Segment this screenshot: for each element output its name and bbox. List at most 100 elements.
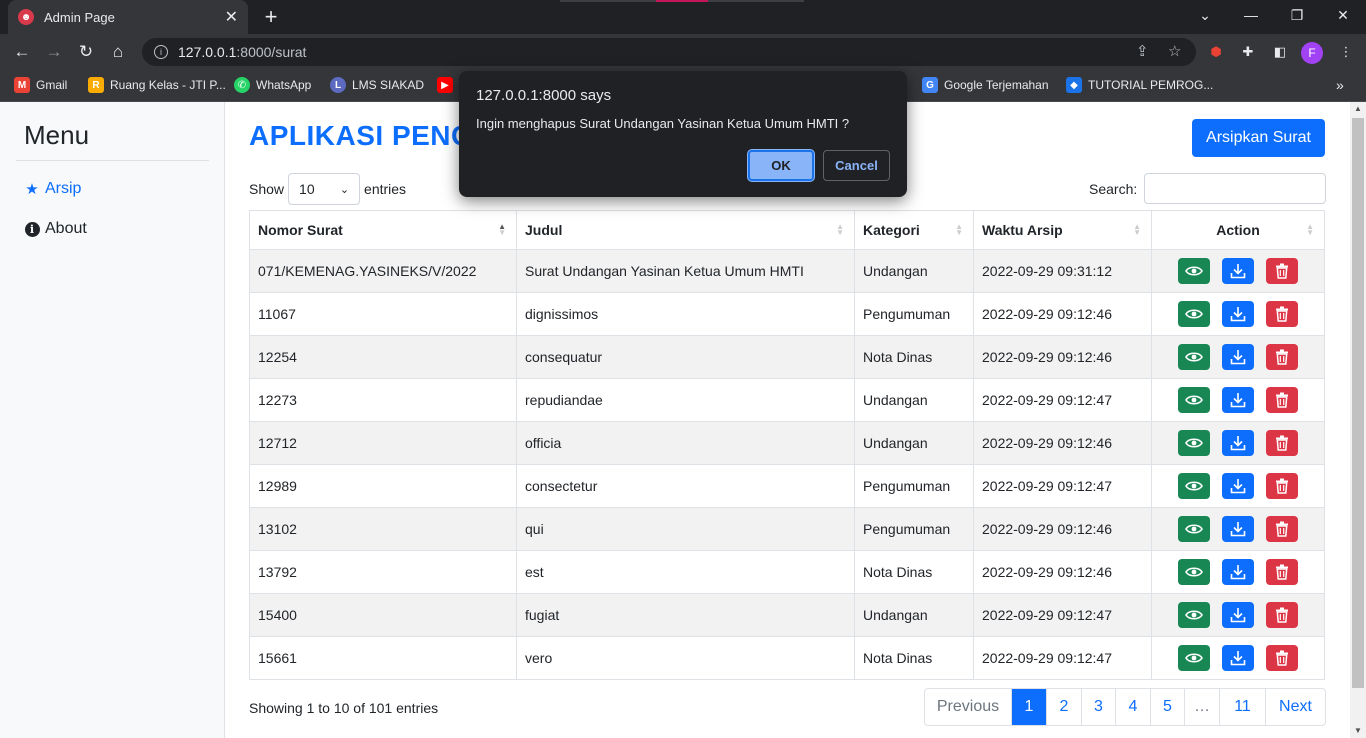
pagination-page-2[interactable]: 2 bbox=[1046, 689, 1081, 725]
bookmark-ruang-kelas[interactable]: R Ruang Kelas - JTI P... bbox=[88, 77, 226, 93]
profile-avatar[interactable]: F bbox=[1301, 42, 1323, 64]
address-bar[interactable]: i 127.0.0.1:8000/surat bbox=[142, 38, 1196, 66]
minimize-icon[interactable]: — bbox=[1228, 0, 1274, 30]
window-close-icon[interactable]: ✕ bbox=[1320, 0, 1366, 30]
ruang-kelas-icon: R bbox=[88, 77, 104, 93]
cell-waktu-arsip: 2022-09-29 09:12:47 bbox=[973, 636, 1152, 680]
trash-icon bbox=[1275, 564, 1289, 580]
reload-icon[interactable]: ↻ bbox=[74, 40, 98, 64]
pagination-page-4[interactable]: 4 bbox=[1115, 689, 1150, 725]
cell-nomor-surat: 12712 bbox=[249, 421, 517, 465]
cell-judul: vero bbox=[516, 636, 855, 680]
view-button[interactable] bbox=[1178, 645, 1210, 671]
bookmarks-overflow-icon[interactable]: » bbox=[1336, 77, 1344, 93]
dialog-cancel-button[interactable]: Cancel bbox=[823, 150, 890, 181]
site-info-icon[interactable]: i bbox=[154, 45, 168, 59]
tab-close-icon[interactable]: ✕ bbox=[225, 7, 238, 27]
table-info: Showing 1 to 10 of 101 entries bbox=[249, 700, 439, 716]
dialog-ok-button[interactable]: OK bbox=[748, 150, 814, 181]
delete-button[interactable] bbox=[1266, 344, 1298, 370]
delete-button[interactable] bbox=[1266, 301, 1298, 327]
view-button[interactable] bbox=[1178, 602, 1210, 628]
delete-button[interactable] bbox=[1266, 559, 1298, 585]
download-button[interactable] bbox=[1222, 473, 1254, 499]
download-button[interactable] bbox=[1222, 430, 1254, 456]
view-button[interactable] bbox=[1178, 516, 1210, 542]
share-icon[interactable]: ⇪ bbox=[1136, 42, 1149, 60]
pagination-page-11[interactable]: 11 bbox=[1219, 689, 1265, 725]
cell-judul: consectetur bbox=[516, 464, 855, 508]
view-button[interactable] bbox=[1178, 258, 1210, 284]
cell-judul: qui bbox=[516, 507, 855, 551]
delete-button[interactable] bbox=[1266, 258, 1298, 284]
download-button[interactable] bbox=[1222, 602, 1254, 628]
eye-icon bbox=[1185, 308, 1203, 320]
view-button[interactable] bbox=[1178, 387, 1210, 413]
pagination-previous[interactable]: Previous bbox=[925, 689, 1011, 725]
bookmark-star-icon[interactable]: ☆ bbox=[1168, 42, 1181, 60]
extension-shield-icon[interactable]: ⬢ bbox=[1206, 42, 1226, 62]
scrollbar-thumb[interactable] bbox=[1352, 118, 1364, 688]
download-button[interactable] bbox=[1222, 516, 1254, 542]
page-content: Menu ★ Arsip i About APLIKASI PENG Arsip… bbox=[0, 102, 1350, 738]
download-button[interactable] bbox=[1222, 645, 1254, 671]
letters-table: Nomor Surat ▲ ▼ Judul ▲ ▼ Kategori ▲ ▼ Wakt… bbox=[249, 210, 1325, 680]
eye-icon bbox=[1185, 480, 1203, 492]
delete-button[interactable] bbox=[1266, 473, 1298, 499]
download-button[interactable] bbox=[1222, 301, 1254, 327]
side-panel-icon[interactable]: ◧ bbox=[1270, 42, 1290, 62]
column-header-judul[interactable]: Judul ▲ ▼ bbox=[516, 210, 855, 250]
bookmark-whatsapp[interactable]: ✆ WhatsApp bbox=[234, 77, 311, 93]
browser-tab[interactable]: ☻ Admin Page ✕ bbox=[8, 0, 248, 34]
back-arrow-icon[interactable]: ← bbox=[10, 40, 34, 64]
bookmark-lms-siakad[interactable]: L LMS SIAKAD bbox=[330, 77, 424, 93]
sidebar: Menu ★ Arsip i About bbox=[0, 102, 225, 738]
column-header-waktu-arsip[interactable]: Waktu Arsip ▲ ▼ bbox=[973, 210, 1152, 250]
sidebar-item-arsip[interactable]: ★ Arsip bbox=[24, 180, 81, 198]
pagination-next[interactable]: Next bbox=[1265, 689, 1325, 725]
table-header-row: Nomor Surat ▲ ▼ Judul ▲ ▼ Kategori ▲ ▼ Wakt… bbox=[249, 210, 1325, 250]
sidebar-item-about[interactable]: i About bbox=[24, 220, 87, 238]
extensions-puzzle-icon[interactable]: ✚ bbox=[1238, 42, 1258, 62]
trash-icon bbox=[1275, 263, 1289, 279]
bookmark-tutorial[interactable]: ◆ TUTORIAL PEMROG... bbox=[1066, 77, 1213, 93]
cell-actions bbox=[1151, 335, 1325, 379]
pagination-page-5[interactable]: 5 bbox=[1150, 689, 1184, 725]
table-row: 15661 vero Nota Dinas 2022-09-29 09:12:47 bbox=[249, 636, 1325, 680]
cell-judul: est bbox=[516, 550, 855, 594]
view-button[interactable] bbox=[1178, 344, 1210, 370]
search-input[interactable] bbox=[1144, 173, 1327, 204]
menu-kebab-icon[interactable]: ⋮ bbox=[1336, 42, 1356, 62]
pagination-page-3[interactable]: 3 bbox=[1081, 689, 1115, 725]
delete-button[interactable] bbox=[1266, 430, 1298, 456]
download-button[interactable] bbox=[1222, 344, 1254, 370]
view-button[interactable] bbox=[1178, 430, 1210, 456]
table-row: 12712 officia Undangan 2022-09-29 09:12:46 bbox=[249, 421, 1325, 465]
column-header-nomor-surat[interactable]: Nomor Surat ▲ ▼ bbox=[249, 210, 517, 250]
delete-button[interactable] bbox=[1266, 602, 1298, 628]
download-button[interactable] bbox=[1222, 559, 1254, 585]
restore-icon[interactable]: ❐ bbox=[1274, 0, 1320, 30]
tab-search-chevron-down-icon[interactable]: ⌄ bbox=[1182, 0, 1228, 30]
download-button[interactable] bbox=[1222, 258, 1254, 284]
view-button[interactable] bbox=[1178, 473, 1210, 499]
download-button[interactable] bbox=[1222, 387, 1254, 413]
forward-arrow-icon[interactable]: → bbox=[42, 40, 66, 64]
bookmark-youtube[interactable]: ▶ bbox=[437, 77, 459, 93]
delete-button[interactable] bbox=[1266, 645, 1298, 671]
scroll-up-arrow-icon[interactable]: ▲ bbox=[1354, 104, 1362, 113]
view-button[interactable] bbox=[1178, 301, 1210, 327]
column-header-action[interactable]: Action ▲ ▼ bbox=[1151, 210, 1325, 250]
scroll-down-arrow-icon[interactable]: ▼ bbox=[1354, 726, 1362, 735]
home-icon[interactable]: ⌂ bbox=[106, 40, 130, 64]
delete-button[interactable] bbox=[1266, 387, 1298, 413]
new-tab-icon[interactable]: + bbox=[258, 4, 284, 30]
delete-button[interactable] bbox=[1266, 516, 1298, 542]
column-header-kategori[interactable]: Kategori ▲ ▼ bbox=[854, 210, 974, 250]
view-button[interactable] bbox=[1178, 559, 1210, 585]
bookmark-gmail[interactable]: M Gmail bbox=[14, 77, 67, 93]
entries-select[interactable]: 10 ⌄ bbox=[288, 173, 361, 205]
archive-letter-button[interactable]: Arsipkan Surat bbox=[1192, 119, 1325, 157]
pagination-page-1[interactable]: 1 bbox=[1011, 689, 1046, 725]
bookmark-google-terjemahan[interactable]: G Google Terjemahan bbox=[922, 77, 1049, 93]
